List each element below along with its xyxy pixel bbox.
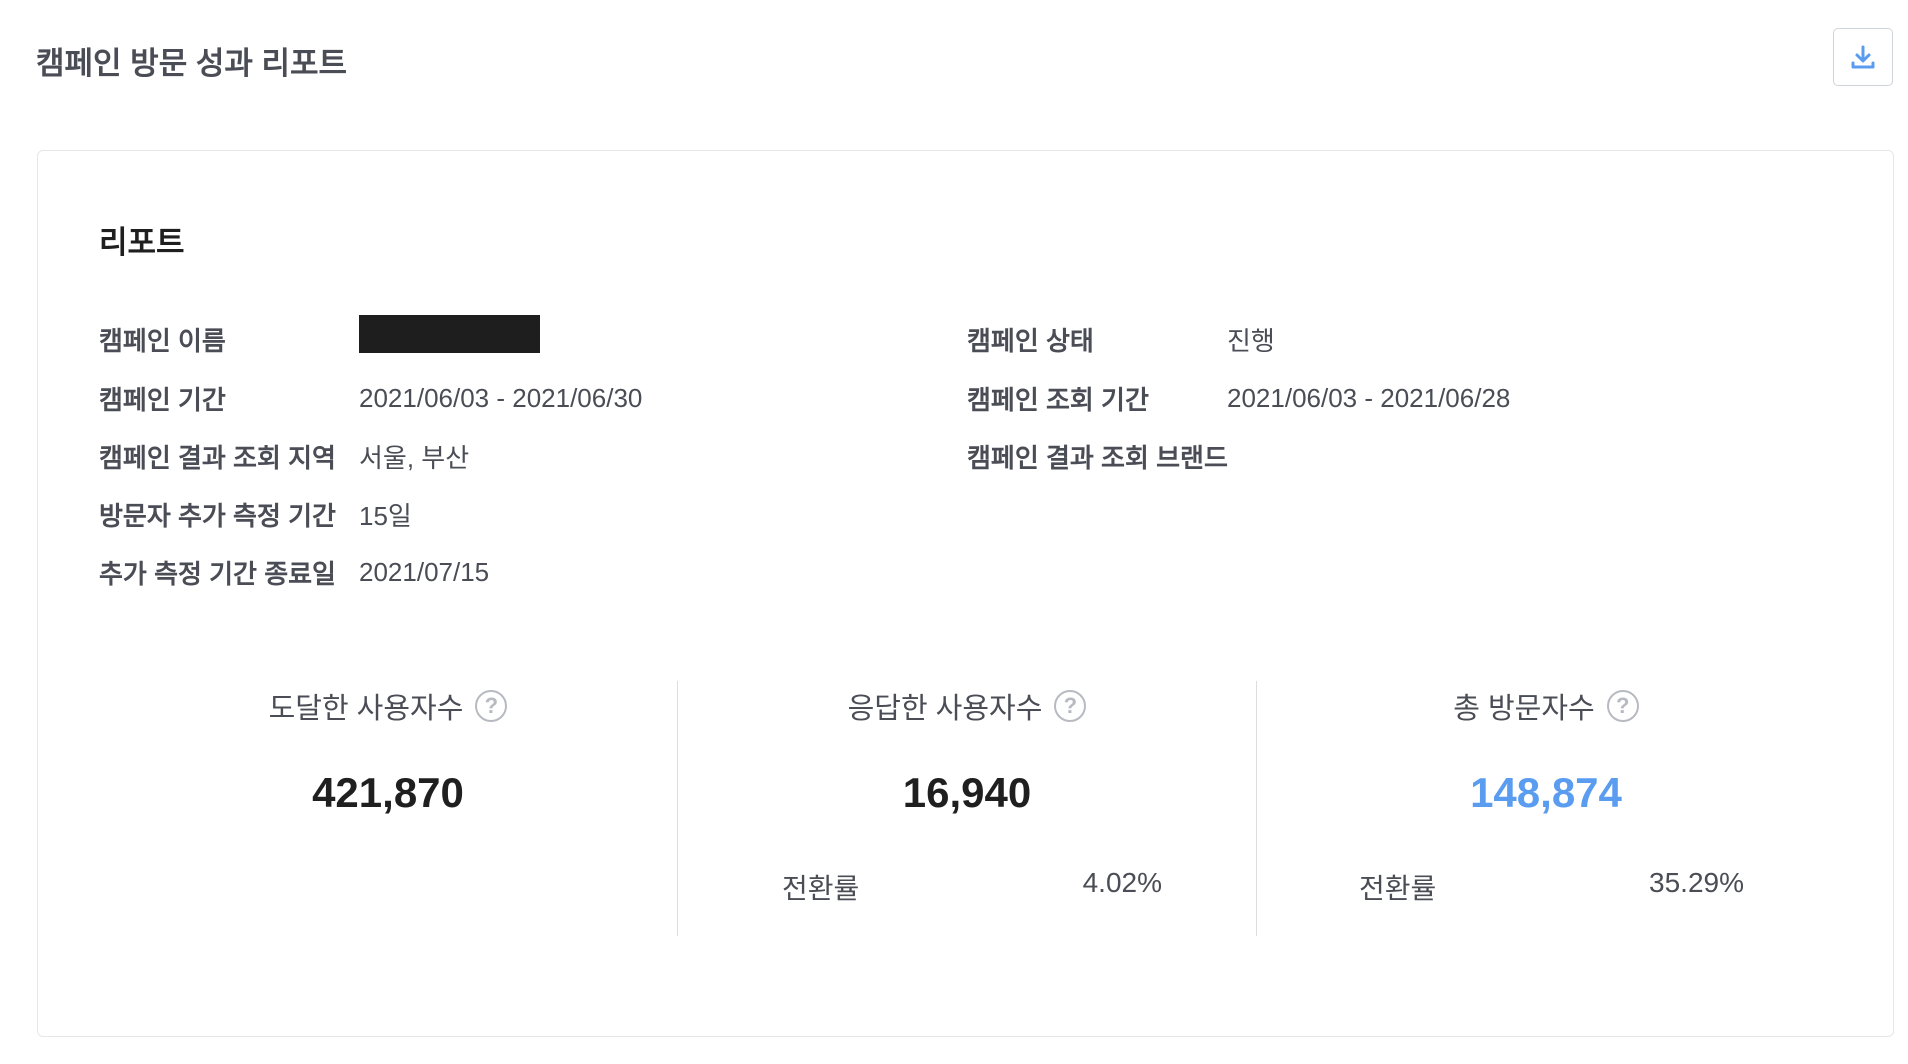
info-label: 캠페인 결과 조회 브랜드 bbox=[967, 442, 1228, 473]
info-value: 15일 bbox=[359, 500, 412, 531]
conversion-rate-value: 4.02% bbox=[1082, 867, 1162, 898]
info-row-extra-period: 방문자 추가 측정 기간 15일 bbox=[99, 494, 749, 534]
info-value: 서울, 부산 bbox=[359, 442, 470, 473]
conversion-rate-label: 전환률 bbox=[1359, 873, 1437, 904]
help-icon[interactable]: ? bbox=[475, 690, 508, 722]
info-label: 캠페인 조회 기간 bbox=[967, 384, 1149, 415]
stat-value: 148,874 bbox=[1470, 769, 1622, 816]
info-row-query-period: 캠페인 조회 기간 2021/06/03 - 2021/06/28 bbox=[967, 378, 1617, 418]
info-row-extra-end-date: 추가 측정 기간 종료일 2021/07/15 bbox=[99, 552, 749, 592]
stat-heading: 총 방문자수 ? bbox=[1257, 681, 1835, 731]
section-title: 리포트 bbox=[99, 225, 185, 260]
info-row-campaign-status: 캠페인 상태 진행 bbox=[967, 319, 1617, 359]
report-card: 리포트 캠페인 이름 캠페인 기간 2021/06/03 - 2021/06/3… bbox=[37, 150, 1894, 1037]
stat-reached-users: 도달한 사용자수 ? 421,870 bbox=[99, 681, 677, 936]
info-value: 2021/06/03 - 2021/06/28 bbox=[1227, 382, 1511, 413]
stat-label: 도달한 사용자수 bbox=[268, 693, 464, 725]
page-title: 캠페인 방문 성과 리포트 bbox=[36, 46, 348, 81]
stat-total-visitors: 총 방문자수 ? 148,874 전환률 35.29% bbox=[1257, 681, 1835, 936]
conversion-rate-value: 35.29% bbox=[1649, 867, 1744, 898]
download-icon bbox=[1851, 45, 1875, 69]
info-value: 진행 bbox=[1227, 325, 1275, 356]
help-icon[interactable]: ? bbox=[1606, 690, 1639, 722]
download-button[interactable] bbox=[1833, 28, 1893, 86]
info-value: 2021/07/15 bbox=[359, 556, 490, 587]
stat-heading: 응답한 사용자수 ? bbox=[678, 681, 1256, 731]
conversion-rate-label: 전환률 bbox=[782, 873, 860, 904]
info-label: 방문자 추가 측정 기간 bbox=[99, 500, 336, 531]
info-label: 캠페인 기간 bbox=[99, 384, 226, 415]
redacted-campaign-name bbox=[359, 315, 540, 353]
info-label: 캠페인 상태 bbox=[967, 325, 1094, 356]
stat-value: 16,940 bbox=[902, 769, 1032, 816]
stat-heading: 도달한 사용자수 ? bbox=[99, 681, 677, 731]
stat-label: 총 방문자수 bbox=[1453, 693, 1595, 725]
page-header: 캠페인 방문 성과 리포트 bbox=[0, 0, 1908, 120]
info-row-campaign-period: 캠페인 기간 2021/06/03 - 2021/06/30 bbox=[99, 378, 749, 418]
info-value: 2021/06/03 - 2021/06/30 bbox=[359, 382, 643, 413]
info-label: 캠페인 결과 조회 지역 bbox=[99, 442, 336, 473]
info-row-result-region: 캠페인 결과 조회 지역 서울, 부산 bbox=[99, 436, 749, 476]
info-label: 추가 측정 기간 종료일 bbox=[99, 558, 336, 589]
help-icon[interactable]: ? bbox=[1054, 690, 1087, 722]
stat-value: 421,870 bbox=[312, 769, 464, 816]
stat-label: 응답한 사용자수 bbox=[847, 693, 1043, 725]
info-row-result-brand: 캠페인 결과 조회 브랜드 bbox=[967, 436, 1617, 476]
stat-responded-users: 응답한 사용자수 ? 16,940 전환률 4.02% bbox=[678, 681, 1256, 936]
info-label: 캠페인 이름 bbox=[99, 325, 226, 356]
